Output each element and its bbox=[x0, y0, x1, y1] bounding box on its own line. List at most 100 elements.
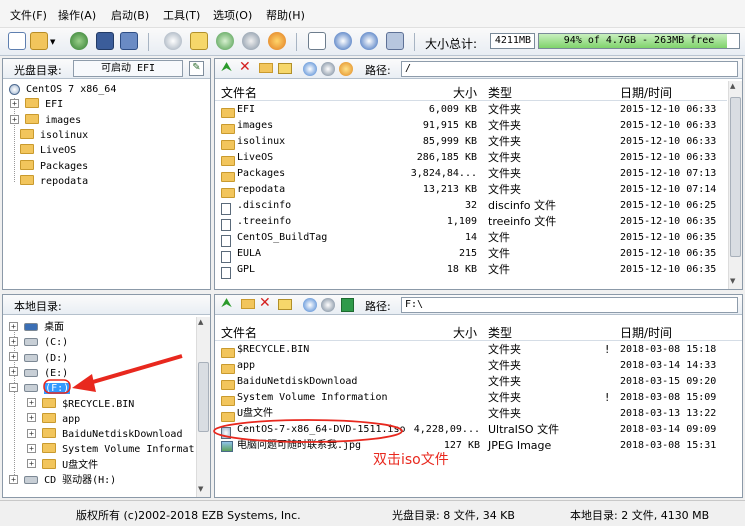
help-icon[interactable] bbox=[360, 32, 378, 50]
disc-file-row[interactable]: GPL 18 KB 文件 2015-12-10 06:35 bbox=[215, 262, 727, 279]
col-filename[interactable]: 文件名 bbox=[221, 84, 257, 101]
local-tree-item[interactable]: + U盘文件 bbox=[27, 458, 98, 474]
expand-icon[interactable]: + bbox=[9, 321, 18, 331]
local-tree-item[interactable]: − (F:) bbox=[9, 381, 71, 397]
boot-type-box[interactable]: 可启动 EFI bbox=[73, 60, 183, 77]
disc-path-input[interactable]: / bbox=[401, 61, 738, 77]
col-filename[interactable]: 文件名 bbox=[221, 324, 257, 341]
disc-file-row[interactable]: .treeinfo 1,109 treeinfo 文件 2015-12-10 06:3… bbox=[215, 214, 727, 231]
tree-item-packages[interactable]: Packages bbox=[20, 159, 88, 175]
virtual-drive-icon[interactable] bbox=[268, 32, 286, 50]
local-file-row[interactable]: CentOS-7-x86_64-DVD-1511.iso 4,228,09... U… bbox=[215, 422, 742, 439]
local-file-row[interactable]: app 文件夹 2018-03-14 14:33 bbox=[215, 358, 742, 374]
compress-icon[interactable] bbox=[216, 32, 234, 50]
mount-icon[interactable] bbox=[242, 32, 260, 50]
menu-action[interactable]: 操作(A) bbox=[58, 7, 96, 23]
refresh-icon[interactable] bbox=[341, 298, 354, 312]
local-file-row[interactable]: BaiduNetdiskDownload 文件夹 2018-03-15 09:20 bbox=[215, 374, 742, 390]
disc-file-row[interactable]: repodata 13,213 KB 文件夹 2015-12-10 07:14 bbox=[215, 182, 727, 198]
open-icon[interactable] bbox=[30, 32, 48, 50]
expand-icon[interactable]: + bbox=[27, 428, 36, 438]
local-tree-item[interactable]: + BaiduNetdiskDownload bbox=[27, 427, 182, 443]
scroll-down-icon[interactable]: ▼ bbox=[198, 485, 203, 493]
local-tree-item[interactable]: + (E:) bbox=[9, 366, 68, 382]
tree-item-isolinux[interactable]: isolinux bbox=[20, 128, 88, 144]
disc-file-row[interactable]: .discinfo 32 discinfo 文件 2015-12-10 06:25 bbox=[215, 198, 727, 215]
tree-item-repodata[interactable]: repodata bbox=[20, 174, 88, 190]
expand-icon[interactable]: + bbox=[9, 474, 18, 484]
open-dropdown-icon[interactable]: ▼ bbox=[50, 38, 55, 46]
expand-icon[interactable]: + bbox=[27, 459, 36, 469]
capacity-size-box[interactable]: 4211MB bbox=[490, 33, 535, 49]
disc-file-row[interactable]: EULA 215 文件 2015-12-10 06:35 bbox=[215, 246, 727, 263]
expand-icon[interactable]: + bbox=[9, 352, 18, 362]
local-tree-item[interactable]: + $RECYCLE.BIN bbox=[27, 397, 134, 413]
local-file-row[interactable]: $RECYCLE.BIN 文件夹! 2018-03-08 15:18 bbox=[215, 342, 742, 358]
tree-item-liveos[interactable]: LiveOS bbox=[20, 143, 76, 159]
menu-file[interactable]: 文件(F) bbox=[10, 7, 47, 23]
new-folder-icon[interactable] bbox=[259, 63, 273, 73]
menu-options[interactable]: 选项(O) bbox=[213, 7, 252, 23]
local-file-row[interactable]: 电脑问题可随时联系我.jpg 127 KB JPEG Image 2018-03-08… bbox=[215, 438, 742, 454]
local-tree-item[interactable]: + app bbox=[27, 412, 80, 428]
expand-icon[interactable]: + bbox=[10, 98, 19, 108]
hide-icon[interactable] bbox=[339, 62, 353, 76]
local-tree-item[interactable]: + (D:) bbox=[9, 351, 68, 367]
col-size[interactable]: 大小 bbox=[453, 84, 477, 101]
scroll-up-icon[interactable]: ▲ bbox=[198, 318, 203, 326]
up-icon[interactable]: ⮝ bbox=[221, 296, 232, 311]
local-tree-item[interactable]: + 桌面 bbox=[9, 320, 64, 336]
local-file-row[interactable]: U盘文件 文件夹 2018-03-13 13:22 bbox=[215, 406, 742, 422]
exit-icon[interactable] bbox=[386, 32, 404, 50]
disc-file-row[interactable]: CentOS_BuildTag 14 文件 2015-12-10 06:35 bbox=[215, 230, 727, 247]
disc-file-row[interactable]: isolinux 85,999 KB 文件夹 2015-12-10 06:33 bbox=[215, 134, 727, 150]
disc-root[interactable]: CentOS 7 x86_64 bbox=[9, 82, 116, 98]
settings-icon[interactable] bbox=[321, 298, 335, 312]
menu-boot[interactable]: 启动(B) bbox=[111, 7, 149, 23]
expand-icon[interactable]: + bbox=[10, 114, 19, 124]
local-path-input[interactable]: F:\ bbox=[401, 297, 738, 313]
boot-settings-icon[interactable]: ✎ bbox=[189, 61, 204, 76]
scroll-up-icon[interactable]: ▲ bbox=[730, 82, 735, 90]
disc-file-row[interactable]: Packages 3,824,84... 文件夹 2015-12-10 07:13 bbox=[215, 166, 727, 182]
extract-icon[interactable] bbox=[70, 32, 88, 50]
local-tree-scroll-thumb[interactable] bbox=[198, 362, 209, 432]
rename-icon[interactable] bbox=[278, 63, 292, 74]
new-icon[interactable] bbox=[8, 32, 26, 50]
expand-icon[interactable]: + bbox=[27, 413, 36, 423]
col-size[interactable]: 大小 bbox=[453, 324, 477, 341]
delete-icon[interactable]: ✕ bbox=[259, 295, 271, 311]
disc-file-row[interactable]: EFI 6,009 KB 文件夹 2015-12-10 06:33 bbox=[215, 102, 727, 118]
rename-icon[interactable] bbox=[278, 299, 292, 310]
expand-icon[interactable]: + bbox=[9, 367, 18, 377]
up-icon[interactable]: ⮝ bbox=[221, 60, 232, 75]
settings-icon[interactable] bbox=[321, 62, 335, 76]
col-date[interactable]: 日期/时间 bbox=[620, 84, 672, 101]
expand-icon[interactable]: + bbox=[9, 336, 18, 346]
expand-icon[interactable]: + bbox=[27, 443, 36, 453]
scroll-down-icon[interactable]: ▼ bbox=[730, 277, 735, 285]
menu-tools[interactable]: 工具(T) bbox=[163, 7, 200, 23]
local-tree-scrollbar[interactable]: ▲ ▼ bbox=[196, 317, 210, 497]
local-file-row[interactable]: System Volume Information 文件夹! 2018-03-08 … bbox=[215, 390, 742, 406]
disc-scroll-thumb[interactable] bbox=[730, 97, 741, 257]
col-type[interactable]: 类型 bbox=[488, 84, 512, 101]
delete-icon[interactable]: ✕ bbox=[239, 59, 251, 75]
menu-help[interactable]: 帮助(H) bbox=[266, 7, 305, 23]
expand-icon[interactable]: − bbox=[9, 382, 18, 392]
expand-icon[interactable]: + bbox=[27, 398, 36, 407]
local-tree-item[interactable]: + System Volume Informat: bbox=[27, 442, 195, 458]
add-to-disc-icon[interactable] bbox=[303, 298, 317, 312]
local-tree-item[interactable]: + (C:) bbox=[9, 335, 68, 351]
disc-scrollbar[interactable]: ▲ ▼ bbox=[728, 81, 742, 289]
boot-file-icon[interactable] bbox=[303, 62, 317, 76]
save-icon[interactable] bbox=[96, 32, 114, 50]
disc-file-row[interactable]: images 91,915 KB 文件夹 2015-12-10 06:33 bbox=[215, 118, 727, 134]
burn-icon[interactable] bbox=[164, 32, 182, 50]
tree-item-images[interactable]: + images bbox=[10, 113, 81, 129]
tree-item-efi[interactable]: + EFI bbox=[10, 97, 63, 113]
properties-icon[interactable] bbox=[308, 32, 326, 50]
make-cd-icon[interactable] bbox=[190, 32, 208, 50]
local-tree-item[interactable]: + CD 驱动器(H:) bbox=[9, 473, 116, 489]
col-date[interactable]: 日期/时间 bbox=[620, 324, 672, 341]
